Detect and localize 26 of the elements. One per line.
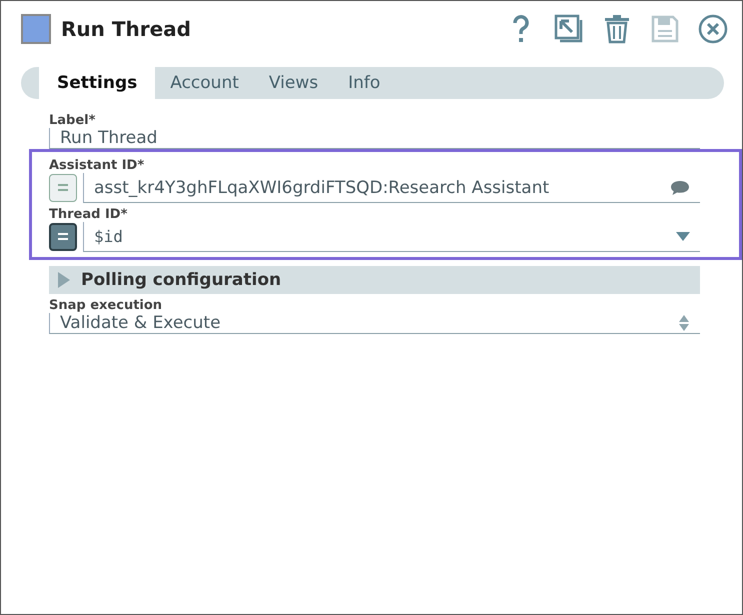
section-header[interactable]: Polling configuration: [49, 266, 700, 294]
delete-icon[interactable]: [602, 14, 632, 44]
tab[interactable]: Account: [155, 67, 254, 99]
expand-icon: [57, 272, 71, 288]
select-field[interactable]: Validate & Execute: [49, 313, 700, 334]
text-field[interactable]: Run Thread: [49, 128, 700, 149]
close-icon[interactable]: [698, 14, 728, 44]
field-label: Assistant ID*: [49, 158, 146, 173]
equals-icon: [58, 184, 68, 192]
expression-toggle[interactable]: [49, 223, 77, 251]
field-label: Snap execution: [49, 298, 164, 313]
dropdown-field[interactable]: $id: [83, 222, 700, 252]
expression-toggle[interactable]: [49, 174, 77, 202]
window-title: Run Thread: [61, 17, 192, 41]
field-label: Label*: [49, 113, 96, 128]
tab[interactable]: Settings: [39, 67, 156, 99]
text-field[interactable]: asst_kr4Y3ghFLqaXWI6grdiFTSQD:Research Assistant: [83, 173, 700, 203]
snap-color-swatch: [21, 14, 51, 44]
window-icon[interactable]: [554, 14, 584, 44]
equals-icon: [58, 233, 68, 241]
caret-icon: [676, 232, 690, 241]
tab[interactable]: Views: [254, 67, 334, 99]
spinner-icon: [678, 314, 690, 332]
comment-icon[interactable]: [670, 180, 690, 196]
field-label: Thread ID*: [49, 207, 128, 222]
tab[interactable]: Info: [333, 67, 396, 99]
